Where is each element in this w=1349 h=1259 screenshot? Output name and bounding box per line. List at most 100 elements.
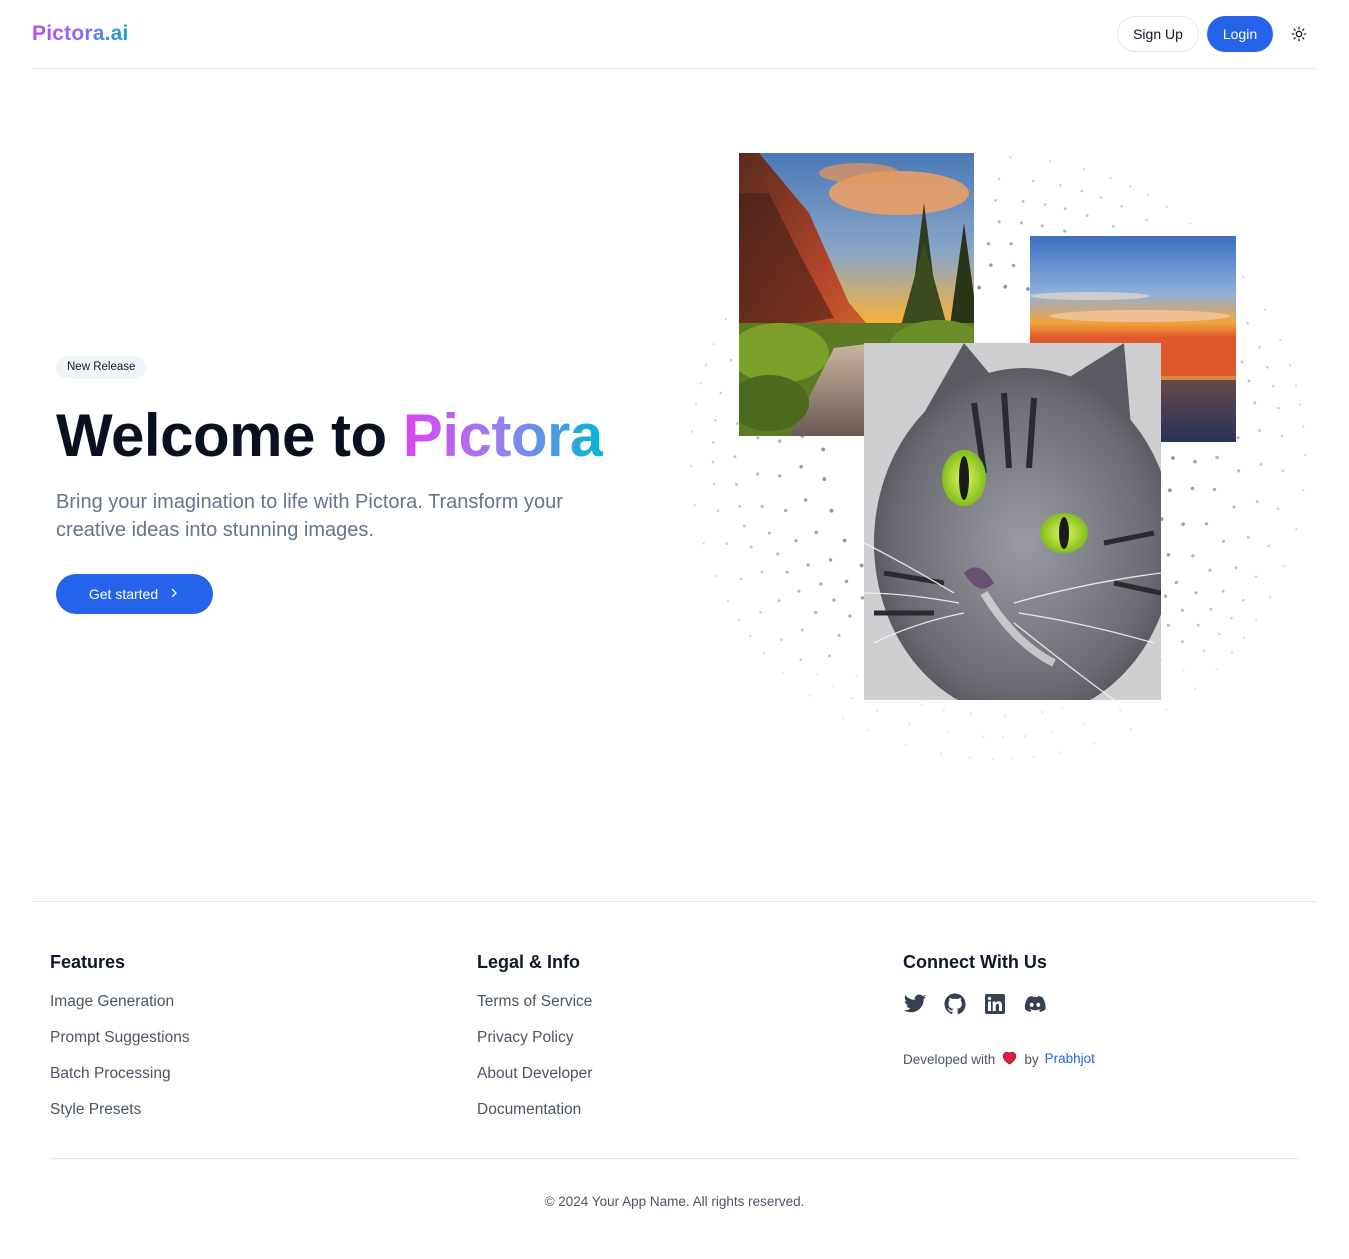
pattern-dot — [855, 674, 859, 678]
pattern-dot — [1255, 500, 1259, 504]
pattern-dot — [784, 508, 788, 513]
pattern-dot — [945, 731, 949, 735]
pattern-dot — [997, 177, 1001, 180]
pattern-dot — [1232, 505, 1236, 509]
pattern-dot — [780, 638, 783, 641]
developer-link[interactable]: Prabhjot — [1045, 1049, 1095, 1069]
pattern-dot — [819, 582, 823, 586]
pattern-dot — [1040, 224, 1044, 228]
by-text: by — [1024, 1051, 1039, 1067]
github-icon[interactable] — [943, 992, 967, 1016]
pattern-dot — [1215, 668, 1218, 671]
pattern-dot — [1083, 722, 1086, 726]
pattern-dot — [1032, 755, 1036, 758]
pattern-dot — [1003, 714, 1007, 718]
pattern-dot — [1237, 469, 1241, 473]
pattern-dot — [1263, 308, 1267, 311]
footer-link-privacy[interactable]: Privacy Policy — [477, 1028, 592, 1048]
pattern-dot — [939, 752, 943, 755]
pattern-dot — [1043, 202, 1047, 206]
pattern-dot — [1050, 731, 1054, 734]
footer-link-documentation[interactable]: Documentation — [477, 1100, 592, 1120]
pattern-dot — [1204, 522, 1209, 526]
pattern-dot — [1236, 436, 1240, 440]
pattern-dot — [816, 672, 819, 676]
pattern-dot — [1163, 594, 1168, 598]
linkedin-icon[interactable] — [983, 992, 1007, 1016]
pattern-dot — [1146, 194, 1149, 197]
pattern-dot — [994, 198, 998, 202]
pattern-dot — [1021, 199, 1025, 203]
sun-icon[interactable] — [1288, 23, 1310, 45]
footer-link-prompt-suggestions[interactable]: Prompt Suggestions — [50, 1028, 190, 1048]
pattern-dot — [1060, 706, 1064, 710]
twitter-icon[interactable] — [903, 992, 927, 1016]
footer-divider — [32, 901, 1317, 902]
pattern-dot — [1266, 366, 1269, 369]
pattern-dot — [724, 317, 727, 321]
pattern-dot — [1255, 619, 1258, 622]
pattern-dot — [1209, 607, 1213, 611]
pattern-dot — [756, 472, 760, 476]
pattern-dot — [859, 563, 864, 568]
pattern-dot — [1298, 403, 1302, 406]
footer-link-image-generation[interactable]: Image Generation — [50, 992, 190, 1012]
pattern-dot — [837, 633, 841, 638]
pattern-dot — [814, 530, 818, 535]
pattern-dot — [714, 574, 717, 578]
pattern-dot — [1011, 757, 1014, 760]
pattern-dot — [1212, 487, 1217, 492]
footer-legal-column: Legal & Info Terms of Service Privacy Po… — [477, 952, 592, 1136]
pattern-dot — [1288, 364, 1292, 367]
pattern-dot — [778, 474, 782, 478]
get-started-label: Get started — [88, 586, 159, 602]
pattern-dot — [799, 658, 803, 661]
new-release-badge: New Release — [56, 356, 147, 379]
pattern-dot — [749, 545, 753, 549]
pattern-dot — [1109, 176, 1112, 180]
pattern-dot — [941, 708, 945, 712]
pattern-dot — [1181, 522, 1185, 526]
pattern-dot — [716, 509, 720, 513]
pattern-dot — [1120, 205, 1123, 208]
pattern-dot — [1258, 429, 1261, 432]
footer-features-column: Features Image Generation Prompt Suggest… — [50, 952, 190, 1136]
pattern-dot — [1180, 608, 1184, 612]
footer-link-terms[interactable]: Terms of Service — [477, 992, 592, 1012]
login-button[interactable]: Login — [1207, 16, 1273, 52]
pattern-dot — [1003, 284, 1008, 289]
pattern-dot — [1181, 669, 1185, 672]
logo[interactable]: Pictora.ai — [32, 22, 129, 46]
pattern-dot — [991, 757, 995, 760]
top-nav: Pictora.ai Sign Up Login — [32, 0, 1317, 69]
pattern-dot — [712, 482, 716, 486]
pattern-dot — [693, 503, 696, 507]
pattern-dot — [1234, 566, 1238, 570]
pattern-dot — [1111, 224, 1115, 228]
pattern-dot — [1218, 632, 1221, 636]
pattern-dot — [1166, 623, 1170, 627]
footer-link-style-presets[interactable]: Style Presets — [50, 1100, 190, 1120]
discord-icon[interactable] — [1023, 992, 1047, 1016]
pattern-dot — [1171, 456, 1175, 460]
pattern-dot — [1295, 528, 1298, 531]
pattern-dot — [1243, 636, 1246, 639]
pattern-dot — [742, 524, 746, 528]
pattern-dot — [1259, 462, 1263, 466]
pattern-dot — [848, 614, 852, 618]
pattern-dot — [828, 558, 833, 562]
pattern-dot — [1119, 708, 1122, 712]
social-links — [903, 992, 1095, 1016]
footer-link-batch-processing[interactable]: Batch Processing — [50, 1064, 190, 1084]
pattern-dot — [1165, 205, 1169, 208]
legal-heading: Legal & Info — [477, 952, 580, 972]
tabby-cat-image — [864, 343, 1161, 700]
pattern-dot — [1230, 616, 1233, 620]
pattern-dot — [822, 477, 827, 481]
sign-up-button[interactable]: Sign Up — [1117, 16, 1199, 52]
pattern-dot — [1221, 589, 1225, 593]
hero-image-collage — [680, 140, 1320, 780]
pattern-dot — [691, 430, 694, 433]
footer-link-about-developer[interactable]: About Developer — [477, 1064, 592, 1084]
get-started-button[interactable]: Get started — [56, 574, 213, 614]
